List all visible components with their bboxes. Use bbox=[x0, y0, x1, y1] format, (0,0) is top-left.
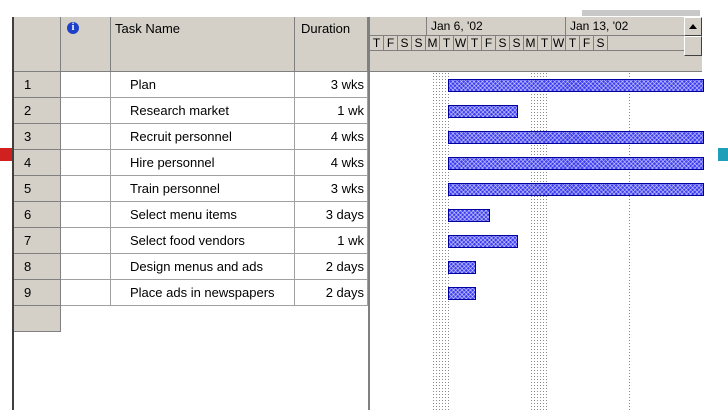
task-name-cell[interactable]: Recruit personnel bbox=[111, 124, 295, 150]
timescale-day-label: S bbox=[398, 36, 412, 51]
task-name-cell[interactable]: Hire personnel bbox=[111, 150, 295, 176]
timescale-day-row: TFSSMTWTFSSMTWTFS bbox=[370, 36, 702, 51]
row-id[interactable]: 7 bbox=[14, 228, 61, 254]
nonworking-day-shading bbox=[530, 72, 548, 410]
indicator-cell[interactable] bbox=[61, 176, 111, 202]
duration-cell[interactable]: 2 days bbox=[295, 280, 368, 306]
row-id[interactable]: 6 bbox=[14, 202, 61, 228]
timescale-week-row bbox=[370, 17, 702, 36]
duration-cell[interactable]: 1 wk bbox=[295, 228, 368, 254]
task-name-cell[interactable]: Place ads in newspapers bbox=[111, 280, 295, 306]
nonworking-day-shading bbox=[628, 72, 632, 410]
timescale-day-label: W bbox=[552, 36, 566, 51]
indicator-cell[interactable] bbox=[61, 72, 111, 98]
timescale-header: Jan 6, '02 Jan 13, '02 TFSSMTWTFSSMTWTFS bbox=[370, 17, 702, 72]
row-id[interactable]: 3 bbox=[14, 124, 61, 150]
triangle-up-icon bbox=[689, 24, 697, 29]
row-id[interactable]: 8 bbox=[14, 254, 61, 280]
timescale-day-label: S bbox=[510, 36, 524, 51]
task-bar[interactable] bbox=[448, 157, 704, 170]
left-accent-stripe bbox=[0, 148, 12, 161]
indicator-cell[interactable] bbox=[61, 124, 111, 150]
week-divider bbox=[426, 17, 427, 36]
timescale-day-label: W bbox=[454, 36, 468, 51]
duration-header-label: Duration bbox=[301, 21, 351, 36]
info-icon: i bbox=[67, 22, 79, 34]
right-accent-stripe bbox=[718, 148, 728, 161]
task-bar[interactable] bbox=[448, 209, 490, 222]
row-id[interactable]: 1 bbox=[14, 72, 61, 98]
task-name-header-label: Task Name bbox=[115, 21, 181, 36]
indicator-cell[interactable] bbox=[61, 280, 111, 306]
indicator-cell[interactable] bbox=[61, 98, 111, 124]
week-divider bbox=[565, 17, 566, 36]
task-name-cell[interactable]: Select menu items bbox=[111, 202, 295, 228]
task-name-cell[interactable]: Design menus and ads bbox=[111, 254, 295, 280]
timescale-day-label: S bbox=[496, 36, 510, 51]
timescale-day-label: T bbox=[440, 36, 454, 51]
column-header-duration[interactable]: Duration bbox=[295, 17, 368, 72]
duration-cell[interactable]: 3 days bbox=[295, 202, 368, 228]
indicator-cell[interactable] bbox=[61, 228, 111, 254]
task-name-cell[interactable]: Select food vendors bbox=[111, 228, 295, 254]
duration-cell[interactable]: 1 wk bbox=[295, 98, 368, 124]
timescale-day-label: T bbox=[468, 36, 482, 51]
task-name-cell[interactable]: Train personnel bbox=[111, 176, 295, 202]
task-bar[interactable] bbox=[448, 105, 518, 118]
task-bar[interactable] bbox=[448, 79, 704, 92]
task-bar[interactable] bbox=[448, 235, 518, 248]
scroll-up-button[interactable] bbox=[684, 17, 702, 36]
gantt-view: i Task Name Duration Jan 6, '02 Jan 13, … bbox=[12, 17, 704, 410]
week-label: Jan 6, '02 bbox=[431, 19, 483, 33]
top-gray-strip bbox=[582, 10, 700, 16]
timescale-day-label: T bbox=[566, 36, 580, 51]
duration-cell[interactable]: 2 days bbox=[295, 254, 368, 280]
task-bar[interactable] bbox=[448, 287, 476, 300]
scroll-thumb[interactable] bbox=[684, 36, 702, 56]
row-id[interactable]: 9 bbox=[14, 280, 61, 306]
timescale-day-label: S bbox=[412, 36, 426, 51]
select-all-corner[interactable] bbox=[14, 17, 61, 72]
duration-cell[interactable]: 3 wks bbox=[295, 176, 368, 202]
indicator-cell[interactable] bbox=[61, 202, 111, 228]
timescale-day-label: M bbox=[524, 36, 538, 51]
task-table: 1 Plan 3 wks 2 Research market 1 wk 3 Recruit p… bbox=[14, 72, 368, 410]
timescale-day-label: S bbox=[594, 36, 608, 51]
task-name-cell[interactable]: Research market bbox=[111, 98, 295, 124]
duration-cell[interactable]: 4 wks bbox=[295, 124, 368, 150]
timescale-day-label: T bbox=[370, 36, 384, 51]
timescale-day-label: M bbox=[426, 36, 440, 51]
task-name-cell[interactable]: Plan bbox=[111, 72, 295, 98]
timescale-day-label: F bbox=[384, 36, 398, 51]
task-bar[interactable] bbox=[448, 183, 704, 196]
duration-cell[interactable]: 3 wks bbox=[295, 72, 368, 98]
timescale-day-label: F bbox=[482, 36, 496, 51]
column-header-indicators[interactable]: i bbox=[61, 17, 111, 72]
timescale-day-label: F bbox=[580, 36, 594, 51]
timescale-day-label: T bbox=[538, 36, 552, 51]
row-id[interactable]: 4 bbox=[14, 150, 61, 176]
task-bar[interactable] bbox=[448, 131, 704, 144]
task-bar[interactable] bbox=[448, 261, 476, 274]
gantt-chart-area bbox=[370, 72, 704, 410]
duration-cell[interactable]: 4 wks bbox=[295, 150, 368, 176]
column-header-task-name[interactable]: Task Name bbox=[111, 17, 295, 72]
indicator-cell[interactable] bbox=[61, 150, 111, 176]
row-id[interactable]: 2 bbox=[14, 98, 61, 124]
indicator-cell[interactable] bbox=[61, 254, 111, 280]
row-id[interactable]: 5 bbox=[14, 176, 61, 202]
week-label: Jan 13, '02 bbox=[570, 19, 629, 33]
row-id-empty[interactable] bbox=[14, 306, 61, 332]
